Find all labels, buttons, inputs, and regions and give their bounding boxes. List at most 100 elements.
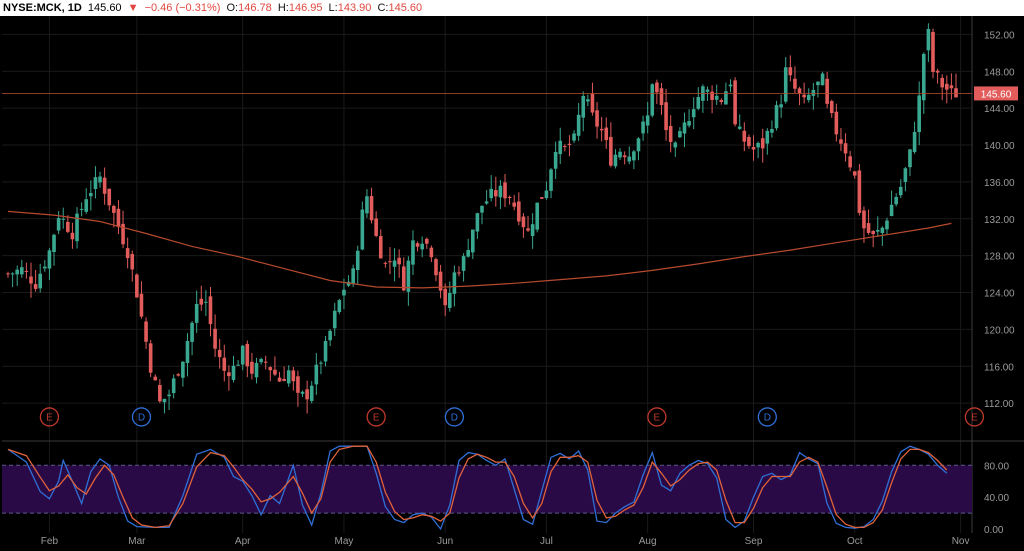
candle-body	[678, 131, 682, 138]
candle-body	[705, 89, 710, 92]
candle-body	[208, 296, 213, 325]
candle-body	[323, 341, 328, 362]
candle-body	[889, 204, 894, 217]
candle-body	[480, 205, 484, 213]
close-label: C:	[377, 2, 389, 14]
candle-body	[862, 210, 866, 229]
candle-body	[609, 136, 613, 166]
candle-body	[507, 196, 512, 199]
candle-body	[107, 188, 112, 206]
candle-body	[489, 188, 494, 199]
x-tick-label: Apr	[235, 536, 251, 547]
candle-body	[176, 374, 181, 376]
candle-body	[880, 227, 885, 234]
candle-body	[388, 261, 392, 263]
candle-body	[944, 83, 949, 90]
candle-body	[641, 121, 645, 134]
y-tick-label: 116.00	[984, 362, 1014, 373]
candle-body	[38, 273, 43, 289]
candle-body	[52, 234, 56, 253]
candle-body	[581, 95, 586, 118]
candle-body	[494, 190, 498, 197]
candle-body	[793, 78, 797, 89]
candle-body	[231, 365, 236, 380]
y-tick-label: 124.00	[984, 289, 1015, 300]
candle-body	[894, 196, 898, 205]
x-tick-label: Oct	[847, 536, 863, 547]
candle-body	[93, 177, 98, 189]
candle-body	[521, 216, 526, 228]
candle-body	[351, 268, 355, 284]
candle-body	[125, 248, 130, 259]
candle-body	[540, 197, 544, 199]
candle-body	[383, 262, 388, 264]
candle-body	[806, 94, 811, 101]
candle-body	[190, 322, 194, 342]
candle-body	[650, 84, 655, 116]
candle-body	[604, 127, 609, 141]
candle-body	[503, 182, 507, 199]
candle-body	[447, 293, 452, 308]
candle-body	[415, 243, 420, 247]
candle-body	[765, 130, 770, 144]
candle-body	[567, 143, 572, 145]
candle-body	[599, 128, 604, 131]
candle-body	[590, 93, 595, 113]
candle-body	[875, 229, 880, 232]
candle-body	[553, 151, 558, 169]
candle-body	[84, 199, 89, 212]
candle-body	[443, 288, 447, 306]
y-tick-label: 140.00	[984, 141, 1015, 152]
candle-body	[954, 88, 958, 98]
candle-body	[102, 177, 107, 194]
candle-body	[940, 77, 944, 88]
candle-body	[576, 114, 581, 136]
candle-body	[687, 121, 691, 126]
candle-body	[268, 367, 273, 371]
event-marker-label: D	[138, 412, 145, 423]
osc-y-tick-label: 80.00	[984, 461, 1009, 472]
candle-body	[89, 192, 93, 197]
last-price-label: 145.60	[981, 89, 1012, 100]
candle-body	[47, 250, 52, 269]
candle-body	[756, 142, 760, 148]
low-value: 143.90	[337, 2, 372, 14]
candle-body	[737, 126, 742, 129]
candle-body	[636, 138, 641, 152]
candle-body	[903, 168, 908, 183]
candle-body	[747, 136, 751, 147]
candle-body	[112, 205, 116, 213]
candle-body	[342, 289, 346, 296]
candle-body	[355, 250, 360, 270]
candle-body	[411, 240, 415, 265]
candle-body	[296, 376, 300, 393]
candle-body	[309, 385, 314, 401]
candle-body	[949, 85, 954, 89]
candle-body	[429, 247, 434, 258]
candle-body	[535, 202, 540, 230]
event-marker-label: E	[373, 412, 380, 423]
candle-body	[392, 260, 397, 267]
candle-body	[15, 269, 20, 275]
candle-body	[549, 169, 553, 191]
candle-body	[558, 140, 563, 155]
candle-body	[770, 129, 774, 133]
candle-body	[898, 186, 903, 196]
candle-body	[144, 321, 148, 342]
candle-body	[797, 88, 802, 94]
candle-body	[682, 122, 687, 134]
stochastic-band	[2, 465, 972, 514]
candle-body	[908, 149, 912, 168]
candle-body	[673, 142, 678, 148]
candle-body	[839, 139, 843, 144]
candle-body	[834, 111, 839, 135]
price-chart[interactable]: 145.60 112.00 116.00 120.00 124.00 128.00 132.…	[0, 16, 1024, 551]
candle-body	[263, 361, 268, 363]
candle-body	[378, 236, 383, 259]
candle-body	[397, 257, 401, 265]
candle-body	[217, 349, 222, 358]
candle-body	[254, 362, 259, 378]
candle-body	[300, 391, 305, 394]
candle-body	[10, 273, 15, 275]
candle-body	[710, 91, 714, 100]
